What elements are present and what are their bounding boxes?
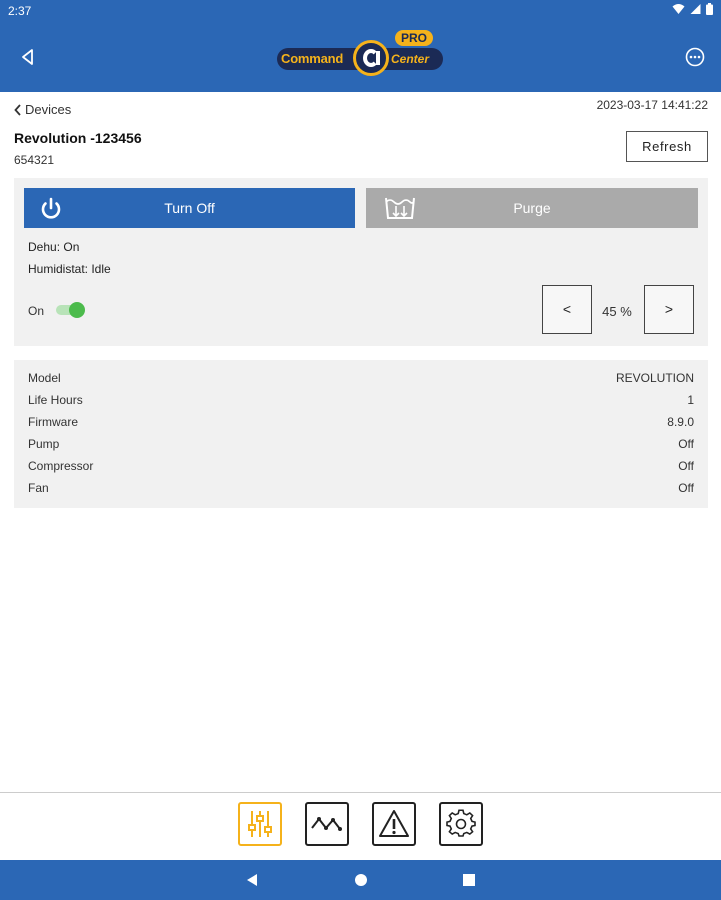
back-icon[interactable]	[18, 47, 38, 67]
command-center-logo: Command Center PRO	[277, 28, 445, 82]
status-icons	[672, 3, 713, 15]
info-key: Fan	[28, 481, 49, 495]
info-key: Firmware	[28, 415, 78, 429]
system-navigation-bar	[0, 860, 721, 900]
battery-icon	[706, 3, 713, 15]
nav-back-icon[interactable]	[244, 872, 260, 888]
chevron-left-icon	[14, 103, 21, 116]
nav-recents-icon[interactable]	[461, 872, 477, 888]
info-key: Model	[28, 371, 61, 385]
info-key: Compressor	[28, 459, 94, 473]
logo-pro-badge: PRO	[395, 30, 433, 46]
trend-icon	[311, 817, 342, 831]
tab-settings[interactable]	[439, 802, 483, 846]
turn-off-label: Turn Off	[164, 200, 215, 216]
refresh-button[interactable]: Refresh	[626, 131, 708, 162]
control-panel: Turn Off Purge Dehu: On Humidistat: Idle…	[14, 178, 708, 346]
info-value: 8.9.0	[667, 415, 694, 429]
info-row-pump: Pump Off	[28, 437, 694, 455]
info-value: Off	[678, 437, 694, 451]
info-row-firmware: Firmware 8.9.0	[28, 415, 694, 433]
humidity-increment-button[interactable]: >	[644, 285, 694, 334]
info-row-life-hours: Life Hours 1	[28, 393, 694, 411]
turn-off-button[interactable]: Turn Off	[24, 188, 355, 228]
gear-icon	[446, 809, 476, 837]
info-value: Off	[678, 459, 694, 473]
power-toggle[interactable]	[56, 302, 85, 318]
signal-icon	[690, 4, 701, 14]
warning-icon	[379, 810, 409, 837]
info-value: Off	[678, 481, 694, 495]
purge-label: Purge	[513, 200, 551, 216]
info-key: Pump	[28, 437, 60, 451]
tab-bar-divider	[0, 792, 721, 793]
humidity-decrement-button[interactable]: <	[542, 285, 592, 334]
status-time: 2:37	[8, 4, 32, 18]
info-value: 1	[687, 393, 694, 407]
info-row-model: Model REVOLUTION	[28, 371, 694, 389]
logo-center-text: Center	[391, 52, 430, 66]
app-bar: Command Center PRO	[0, 22, 721, 92]
dehu-status: Dehu: On	[28, 240, 80, 254]
tab-controls[interactable]	[238, 802, 282, 846]
sliders-icon	[248, 811, 272, 837]
last-updated-timestamp: 2023-03-17 14:41:22	[596, 98, 708, 112]
info-value: REVOLUTION	[615, 371, 694, 385]
humidity-setpoint-value: 45 %	[602, 304, 632, 319]
tab-trends[interactable]	[305, 802, 349, 846]
device-info-panel: Model REVOLUTION Life Hours 1 Firmware 8…	[14, 360, 708, 508]
toggle-knob	[69, 302, 85, 318]
device-id: 654321	[14, 153, 55, 167]
device-name: Revolution -123456	[14, 130, 142, 146]
breadcrumb-devices[interactable]: Devices	[14, 102, 71, 117]
humidistat-status: Humidistat: Idle	[28, 262, 111, 276]
logo-ci-mark	[353, 40, 389, 76]
device-detail-screen: 2:37 Command Center PRO Devices 2023-03-…	[0, 0, 721, 900]
system-status-bar: 2:37	[0, 0, 721, 22]
tab-alerts[interactable]	[372, 802, 416, 846]
wifi-icon	[672, 4, 685, 14]
power-toggle-label: On	[28, 304, 45, 318]
info-row-compressor: Compressor Off	[28, 459, 694, 477]
info-key: Life Hours	[28, 393, 83, 407]
purge-button[interactable]: Purge	[366, 188, 698, 228]
more-options-icon[interactable]	[685, 47, 705, 67]
info-row-fan: Fan Off	[28, 481, 694, 499]
nav-home-icon[interactable]	[353, 872, 369, 888]
logo-command-text: Command	[281, 51, 344, 66]
breadcrumb-label: Devices	[25, 102, 72, 117]
